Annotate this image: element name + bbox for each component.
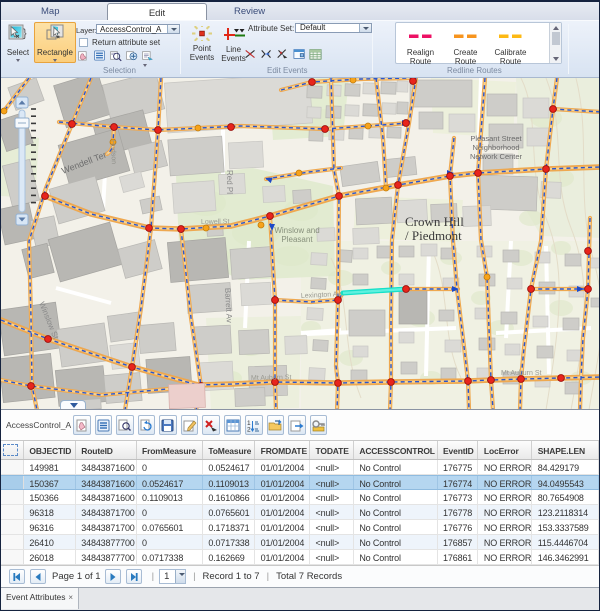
svg-text:/ Piedmont: / Piedmont: [405, 228, 462, 243]
svg-text:Winslow and: Winslow and: [274, 226, 319, 235]
svg-text:Pleasant Street: Pleasant Street: [470, 134, 522, 143]
svg-text:Mt Auburn St: Mt Auburn St: [251, 374, 292, 382]
svg-text:Network Center: Network Center: [470, 152, 523, 161]
svg-text:Mt Auburn St: Mt Auburn St: [501, 370, 542, 377]
svg-text:Hudson: Hudson: [109, 140, 117, 164]
svg-text:Neighborhood: Neighborhood: [472, 143, 519, 152]
svg-text:Crown Hill: Crown Hill: [405, 214, 464, 229]
svg-text:2: 2: [247, 426, 251, 433]
svg-text:Pleasant: Pleasant: [281, 235, 313, 244]
svg-text:Barrett Av: Barrett Av: [223, 288, 234, 323]
svg-text:}: }: [23, 28, 27, 40]
svg-text:Red Pl: Red Pl: [225, 170, 234, 194]
svg-text:Lowell St: Lowell St: [201, 219, 230, 226]
